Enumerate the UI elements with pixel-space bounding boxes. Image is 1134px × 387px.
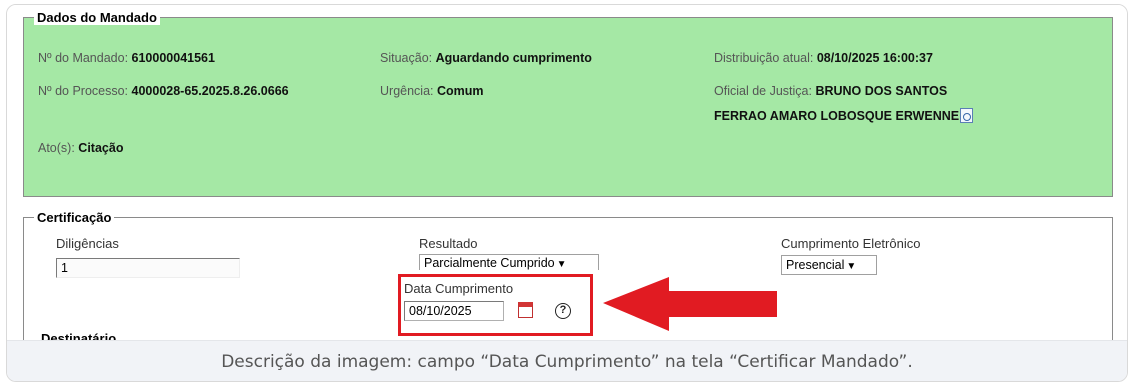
atos-label: Ato(s): — [38, 141, 75, 155]
image-frame: Dados do Mandado Nº do Mandado: 61000004… — [6, 4, 1128, 382]
urgencia-value: Comum — [436, 84, 484, 98]
oficial-justica-field: Oficial de Justiça: BRUNO DOS SANTOS — [714, 84, 947, 98]
distribuicao-field: Distribuição atual: 08/10/2025 16:00:37 — [714, 51, 933, 65]
screenshot-area: Dados do Mandado Nº do Mandado: 61000004… — [7, 5, 1127, 340]
red-arrow-annotation — [603, 277, 777, 331]
atos-value: Citação — [78, 141, 124, 155]
diligencias-label: Diligências — [56, 236, 119, 251]
certificacao-legend: Certificação — [34, 210, 115, 225]
chevron-down-icon: ▼ — [846, 261, 857, 272]
dados-do-mandado-legend: Dados do Mandado — [34, 10, 160, 25]
resultado-label: Resultado — [419, 236, 478, 251]
situacao-label: Situação: — [380, 51, 433, 65]
urgencia-field: Urgência: Comum — [380, 84, 484, 98]
highlight-box — [398, 274, 593, 336]
numero-processo-label: Nº do Processo: — [38, 84, 129, 98]
numero-mandado-field: Nº do Mandado: 610000041561 — [38, 51, 215, 65]
numero-processo-value: 4000028-65.2025.8.26.0666 — [131, 84, 289, 98]
cumprimento-eletronico-label: Cumprimento Eletrônico — [781, 236, 921, 251]
distribuicao-value: 08/10/2025 16:00:37 — [816, 51, 933, 65]
resultado-select[interactable]: Parcialmente Cumprido ▼ — [419, 254, 599, 270]
oficial-justica-value-line2: FERRAO AMARO LOBOSQUE ERWENNE — [714, 109, 960, 123]
distribuicao-label: Distribuição atual: — [714, 51, 814, 65]
numero-processo-field: Nº do Processo: 4000028-65.2025.8.26.066… — [38, 84, 289, 98]
situacao-value: Aguardando cumprimento — [435, 51, 592, 65]
chevron-down-icon: ▼ — [556, 259, 567, 270]
atos-field: Ato(s): Citação — [38, 141, 123, 155]
cumprimento-eletronico-selected-value: Presencial — [786, 258, 845, 272]
numero-mandado-label: Nº do Mandado: — [38, 51, 129, 65]
image-caption: Descrição da imagem: campo “Data Cumprim… — [7, 340, 1127, 381]
oficial-justica-value-line1: BRUNO DOS SANTOS — [815, 84, 948, 98]
oficial-justica-line2: FERRAO AMARO LOBOSQUE ERWENNE — [714, 108, 974, 123]
dados-do-mandado-fieldset: Dados do Mandado Nº do Mandado: 61000004… — [23, 10, 1113, 197]
urgencia-label: Urgência: — [380, 84, 434, 98]
cumprimento-eletronico-select[interactable]: Presencial ▼ — [781, 255, 877, 275]
diligencias-input[interactable]: 1 — [56, 258, 240, 278]
numero-mandado-value: 610000041561 — [131, 51, 215, 65]
resultado-selected-value: Parcialmente Cumprido — [424, 256, 555, 270]
oficial-justica-label: Oficial de Justiça: — [714, 84, 812, 98]
document-view-icon[interactable] — [960, 108, 974, 123]
situacao-field: Situação: Aguardando cumprimento — [380, 51, 592, 65]
destinatario-label: Destinatário — [41, 331, 117, 340]
